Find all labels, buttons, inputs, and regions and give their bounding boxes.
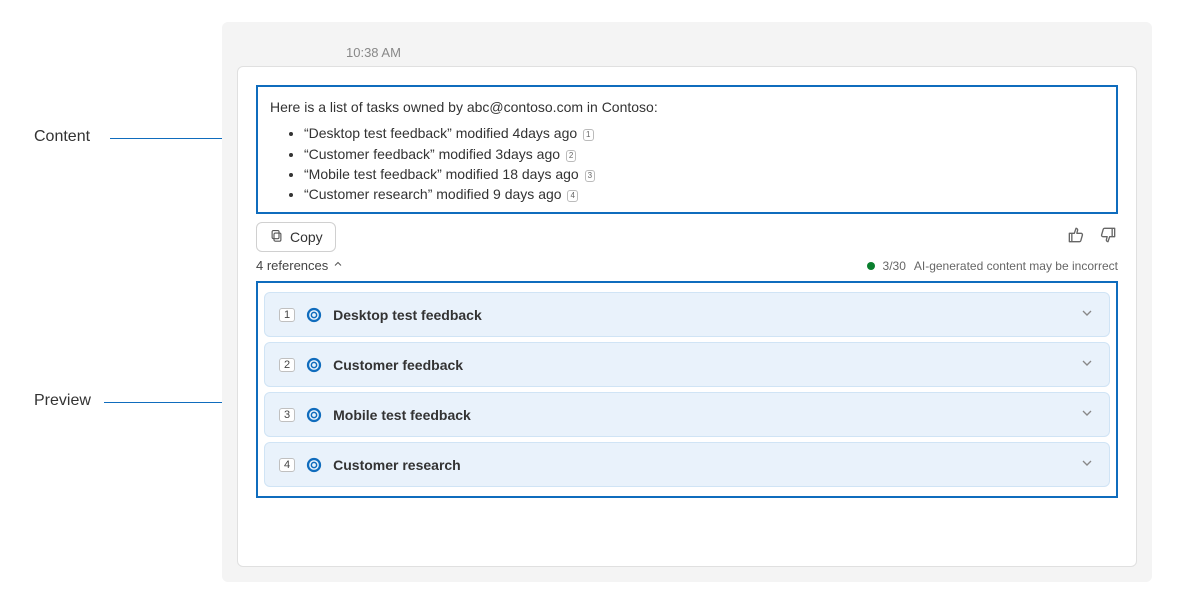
callout-preview-label: Preview [34,392,91,410]
reference-title: Customer research [333,457,461,473]
citation-chip[interactable]: 2 [566,150,576,162]
status-right: 3/30 AI-generated content may be incorre… [867,259,1118,273]
reference-item[interactable]: 1 Desktop test feedback [264,292,1110,337]
task-text: “Customer feedback” modified 3days ago [304,146,560,162]
list-item: “Customer feedback” modified 3days ago 2 [304,144,1104,164]
content-intro: Here is a list of tasks owned by abc@con… [270,97,1104,117]
copy-button[interactable]: Copy [256,222,336,252]
loop-icon [305,406,323,424]
reference-item[interactable]: 2 Customer feedback [264,342,1110,387]
timestamp: 10:38 AM [346,45,401,60]
content-box: Here is a list of tasks owned by abc@con… [256,85,1118,214]
reference-title: Customer feedback [333,357,463,373]
chevron-down-icon [1079,355,1095,374]
status-count: 3/30 [883,259,906,273]
task-text: “Customer research” modified 9 days ago [304,186,562,202]
outer-panel: 10:38 AM Here is a list of tasks owned b… [222,22,1152,582]
list-item: “Desktop test feedback” modified 4days a… [304,123,1104,143]
copy-icon [269,228,284,246]
status-dot-icon [867,262,875,270]
content-task-list: “Desktop test feedback” modified 4days a… [270,123,1104,204]
list-item: “Mobile test feedback” modified 18 days … [304,164,1104,184]
reference-number: 4 [279,458,295,472]
references-toggle[interactable]: 4 references [256,258,344,273]
chevron-up-icon [332,258,344,273]
loop-icon [305,306,323,324]
reference-number: 1 [279,308,295,322]
thumbs-up-icon[interactable] [1066,225,1086,250]
preview-box: 1 Desktop test feedback 2 Customer feedb… [256,281,1118,498]
references-row: 4 references 3/30 AI-generated content m… [256,258,1118,273]
loop-icon [305,356,323,374]
chevron-down-icon [1079,305,1095,324]
callout-content-label: Content [34,128,90,146]
list-item: “Customer research” modified 9 days ago … [304,184,1104,204]
reference-item[interactable]: 4 Customer research [264,442,1110,487]
reference-title: Mobile test feedback [333,407,471,423]
reference-number: 2 [279,358,295,372]
reference-item[interactable]: 3 Mobile test feedback [264,392,1110,437]
copy-label: Copy [290,229,323,245]
task-text: “Desktop test feedback” modified 4days a… [304,125,577,141]
citation-chip[interactable]: 1 [583,129,593,141]
loop-icon [305,456,323,474]
chevron-down-icon [1079,455,1095,474]
task-text: “Mobile test feedback” modified 18 days … [304,166,579,182]
message-card: 10:38 AM Here is a list of tasks owned b… [237,66,1137,567]
ai-disclaimer: AI-generated content may be incorrect [914,259,1118,273]
citation-chip[interactable]: 4 [567,190,577,202]
reference-number: 3 [279,408,295,422]
references-toggle-label: 4 references [256,258,328,273]
thumbs-down-icon[interactable] [1098,225,1118,250]
chevron-down-icon [1079,405,1095,424]
reference-title: Desktop test feedback [333,307,482,323]
feedback-group [1066,225,1118,250]
citation-chip[interactable]: 3 [585,170,595,182]
toolbar: Copy [256,222,1118,252]
